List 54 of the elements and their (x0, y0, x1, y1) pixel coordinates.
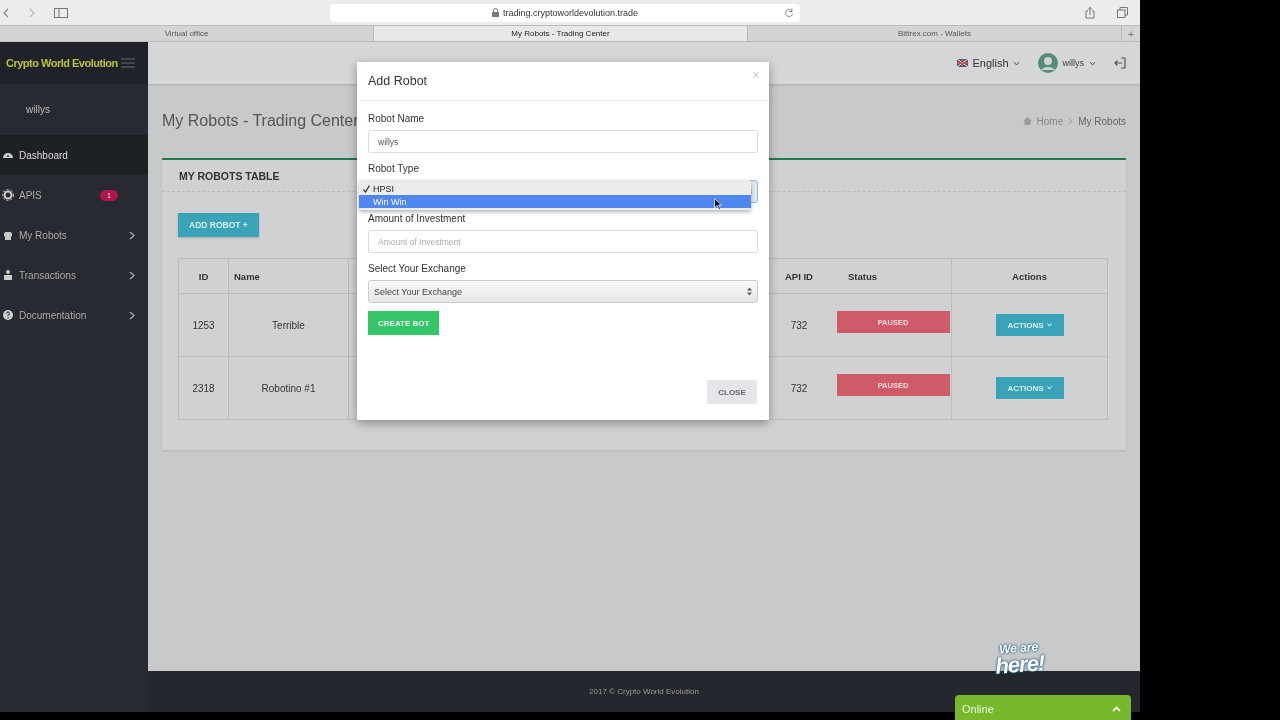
home-icon (1022, 117, 1032, 125)
logout-icon[interactable] (1114, 57, 1126, 69)
user-name: willys (25, 103, 51, 117)
close-button[interactable]: CLOSE (707, 380, 757, 404)
browser-tab[interactable]: My Robots - Trading Center (374, 26, 748, 41)
cursor-icon (714, 198, 722, 210)
table-cell: Robotino #1 (229, 357, 349, 419)
select-arrows-icon (747, 287, 752, 296)
chevron-up-icon (1112, 705, 1121, 712)
table-cell-text: 732 (789, 318, 809, 333)
field-label: Robot Name (368, 113, 426, 124)
caret-icon (1046, 323, 1052, 327)
footer-text: 2017 © Crypto World Evolution (589, 687, 699, 696)
caret-icon (1046, 386, 1052, 390)
column-header: Actions (1011, 269, 1048, 284)
back-icon[interactable] (2, 7, 10, 18)
sidebar-item[interactable]: Dashboard (0, 135, 148, 175)
reload-icon[interactable] (784, 7, 794, 18)
dropdown-option[interactable]: Win Win (359, 195, 751, 208)
avatar-icon (1037, 53, 1058, 73)
sidebar-icon[interactable] (54, 7, 68, 18)
column-header: ID (179, 259, 229, 293)
field-label: Robot Type (368, 163, 420, 174)
lock-icon (491, 8, 499, 17)
field-label: Select Your Exchange (368, 263, 467, 274)
dialog-title: Add Robot (368, 74, 428, 88)
flag-icon (957, 59, 969, 67)
tabs-icon[interactable] (1117, 7, 1128, 18)
field-label: Amount of Investment (368, 213, 467, 224)
column-header: Status (835, 259, 952, 293)
user-menu[interactable]: willys (1037, 53, 1096, 73)
select-dropdown[interactable]: Select Your Exchange (368, 280, 758, 303)
sidebar-item[interactable]: Transactions (0, 255, 148, 295)
column-header: API ID (784, 269, 814, 284)
table-cell: 2318 (179, 357, 229, 419)
sidebar-item[interactable]: My Robots (0, 215, 148, 255)
address-bar[interactable]: trading.cryptoworldevolution.trade (330, 3, 800, 22)
share-icon[interactable] (1085, 6, 1095, 19)
column-header: Name (229, 259, 349, 293)
table-cell: 1253 (179, 294, 229, 356)
browser-tab[interactable]: Bittrex.com - Wallets (748, 26, 1122, 41)
table-cell: Terrible (229, 294, 349, 356)
caret-icon (1012, 60, 1020, 66)
settings-icon (2, 189, 14, 201)
table-cell-text: 732 (789, 381, 809, 396)
dropdown-option[interactable]: HPSI (359, 182, 751, 195)
input-field[interactable]: Amount of Investment (368, 230, 758, 253)
caret-icon (1089, 60, 1096, 66)
checkmark-icon (363, 184, 370, 193)
page-title: My Robots - Trading Center (162, 112, 359, 130)
chevron-icon (1068, 117, 1074, 125)
language-dropdown[interactable]: English (957, 57, 1020, 69)
sidebar-item[interactable]: Documentation (0, 295, 148, 335)
input-field[interactable]: willys (368, 130, 758, 153)
